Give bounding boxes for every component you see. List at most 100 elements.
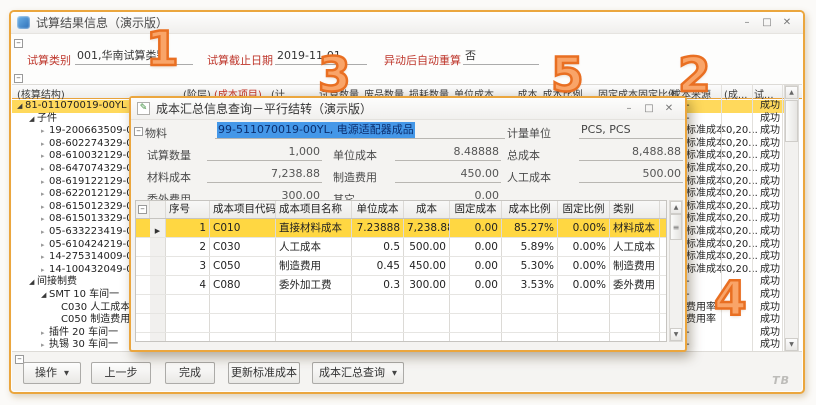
row-selector-header — [150, 201, 166, 218]
table-cell — [610, 314, 660, 332]
table-header-row: 序号成本项目代码成本项目名称单位成本成本固定成本成本比例固定比例类别 — [136, 201, 666, 219]
table-row[interactable]: 4C080委外加工费0.3300.000.003.53%0.00%委外费用 — [136, 276, 666, 295]
cost-source-cell: 标准成本 — [686, 239, 726, 252]
trial-result-cell: 成功 — [760, 264, 780, 277]
table-row[interactable]: 2C030人工成本0.5500.000.005.89%0.00%人工成本 — [136, 238, 666, 257]
cost-cell: 0,20... — [726, 213, 758, 226]
dialog-scroll-thumb[interactable] — [670, 214, 682, 240]
table-row[interactable]: 3C050制造费用0.45450.000.005.30%0.00%制造费用 — [136, 257, 666, 276]
cost-source-cell: 费用率 — [686, 302, 716, 315]
table-cell — [450, 333, 502, 342]
trial-result-cell: 成功 — [760, 327, 780, 340]
operation-button[interactable]: 操作 — [23, 362, 81, 384]
row-selector-cell — [150, 257, 166, 275]
selected-row-marker — [150, 219, 166, 237]
trial-result-cell: 成功 — [760, 163, 780, 176]
scroll-thumb[interactable] — [785, 100, 798, 142]
previous-step-button[interactable]: 上一步 — [91, 362, 151, 384]
table-column-header[interactable]: 固定比例 — [558, 201, 610, 218]
table-cell — [352, 295, 404, 313]
table-cell — [502, 295, 558, 313]
tree-node-label: C050 制造费用 — [61, 314, 130, 327]
dialog-maximize-icon[interactable]: □ — [639, 101, 659, 117]
unit-field[interactable]: PCS, PCS — [579, 122, 683, 139]
row-selector-cell — [150, 314, 166, 332]
table-column-header[interactable]: 成本项目名称 — [276, 201, 352, 218]
trial-result-cell: 成功 — [760, 176, 780, 189]
vertical-scrollbar[interactable] — [784, 85, 799, 352]
empty-table-row — [136, 314, 666, 333]
table-column-header[interactable]: 序号 — [166, 201, 210, 218]
collapse-group-icon[interactable] — [138, 205, 147, 214]
table-cell: 0.5 — [352, 238, 404, 256]
trial-result-cell: 成功 — [760, 314, 780, 327]
table-cell: 3 — [166, 257, 210, 275]
scroll-down-icon[interactable] — [785, 338, 798, 351]
collapse-group-icon[interactable] — [134, 127, 143, 136]
minimize-icon[interactable]: – — [737, 15, 757, 31]
dialog-minimize-icon[interactable]: – — [619, 101, 639, 117]
table-cell: 委外费用 — [610, 276, 660, 294]
scroll-up-icon[interactable] — [785, 86, 798, 99]
dialog-scrollbar[interactable] — [669, 200, 683, 342]
table-row[interactable]: 1C010直接材料成本7.238887,238.880.0085.27%0.00… — [136, 219, 666, 238]
table-cell — [450, 295, 502, 313]
labor-cost-label: 人工成本 — [507, 169, 551, 185]
cost-source-cell: 标准成本 — [686, 251, 726, 264]
unit-cost-field[interactable]: 8.48888 — [395, 144, 501, 161]
row-selector-cell — [150, 238, 166, 256]
dialog-controls: – □ ✕ — [619, 101, 679, 117]
trial-result-cell: 成功 — [760, 289, 780, 302]
dialog-scroll-up-icon[interactable] — [670, 201, 682, 214]
table-column-header[interactable]: 固定成本 — [450, 201, 502, 218]
column-header[interactable]: (核算结构) — [17, 86, 65, 101]
maximize-icon[interactable]: □ — [757, 15, 777, 31]
finish-button[interactable]: 完成 — [165, 362, 215, 384]
main-titlebar: 试算结果信息（演示版） – □ ✕ — [11, 12, 803, 34]
cost-source-cell: 标准成本 — [686, 213, 726, 226]
collapse-group-icon[interactable] — [14, 39, 23, 48]
annotation-2: 2 — [678, 52, 711, 99]
table-cell — [276, 333, 352, 342]
table-column-header[interactable]: 成本比例 — [502, 201, 558, 218]
material-field[interactable]: 99-511070019-00YL, 电源适配器成品 — [215, 122, 505, 139]
cost-cell: 0,20... — [726, 138, 758, 151]
labor-cost-field[interactable]: 500.00 — [579, 166, 683, 183]
auto-recalc-field[interactable]: 否 — [463, 48, 539, 65]
table-cell — [166, 333, 210, 342]
trial-cutoff-date-label: 试算截止日期 — [207, 52, 273, 68]
table-cell: 5.89% — [502, 238, 558, 256]
manufacture-cost-field[interactable]: 450.00 — [395, 166, 501, 183]
table-cell — [352, 333, 404, 342]
cost-summary-dialog: 成本汇总信息查询－平行结转（演示版） – □ ✕ 物料 99-511070019… — [129, 96, 687, 352]
tree-node-label: 间接制费 — [37, 276, 77, 289]
annotation-4: 4 — [714, 276, 747, 323]
cost-source-cell: 标准成本 — [686, 201, 726, 214]
table-cell — [210, 295, 276, 313]
row-selector-cell — [150, 333, 166, 342]
table-column-header[interactable]: 成本 — [404, 201, 450, 218]
cost-summary-query-button[interactable]: 成本汇总查询 — [312, 362, 404, 384]
table-column-header[interactable]: 单位成本 — [352, 201, 404, 218]
cost-items-table: 序号成本项目代码成本项目名称单位成本成本固定成本成本比例固定比例类别1C010直… — [135, 200, 667, 342]
table-cell: 0.00 — [450, 238, 502, 256]
trial-result-cell: 成功 — [760, 150, 780, 163]
material-cost-field[interactable]: 7,238.88 — [207, 166, 322, 183]
close-icon[interactable]: ✕ — [777, 15, 797, 31]
dialog-close-icon[interactable]: ✕ — [659, 101, 679, 117]
total-cost-field[interactable]: 8,488.88 — [579, 144, 683, 161]
collapse-group-icon[interactable] — [14, 74, 23, 83]
table-cell: 1 — [166, 219, 210, 237]
empty-table-row — [136, 295, 666, 314]
update-standard-cost-button[interactable]: 更新标准成本 — [228, 362, 300, 384]
table-column-header[interactable]: 成本项目代码 — [210, 201, 276, 218]
dialog-scroll-down-icon[interactable] — [670, 328, 682, 341]
column-header[interactable]: 试... — [754, 86, 774, 101]
table-cell: 3.53% — [502, 276, 558, 294]
table-column-header[interactable]: 类别 — [610, 201, 660, 218]
tree-node-label: 子件 — [37, 113, 57, 126]
trial-qty-field[interactable]: 1,000 — [207, 144, 322, 161]
column-header[interactable]: (成... — [724, 86, 747, 101]
table-cell — [166, 295, 210, 313]
edit-icon — [137, 102, 150, 115]
